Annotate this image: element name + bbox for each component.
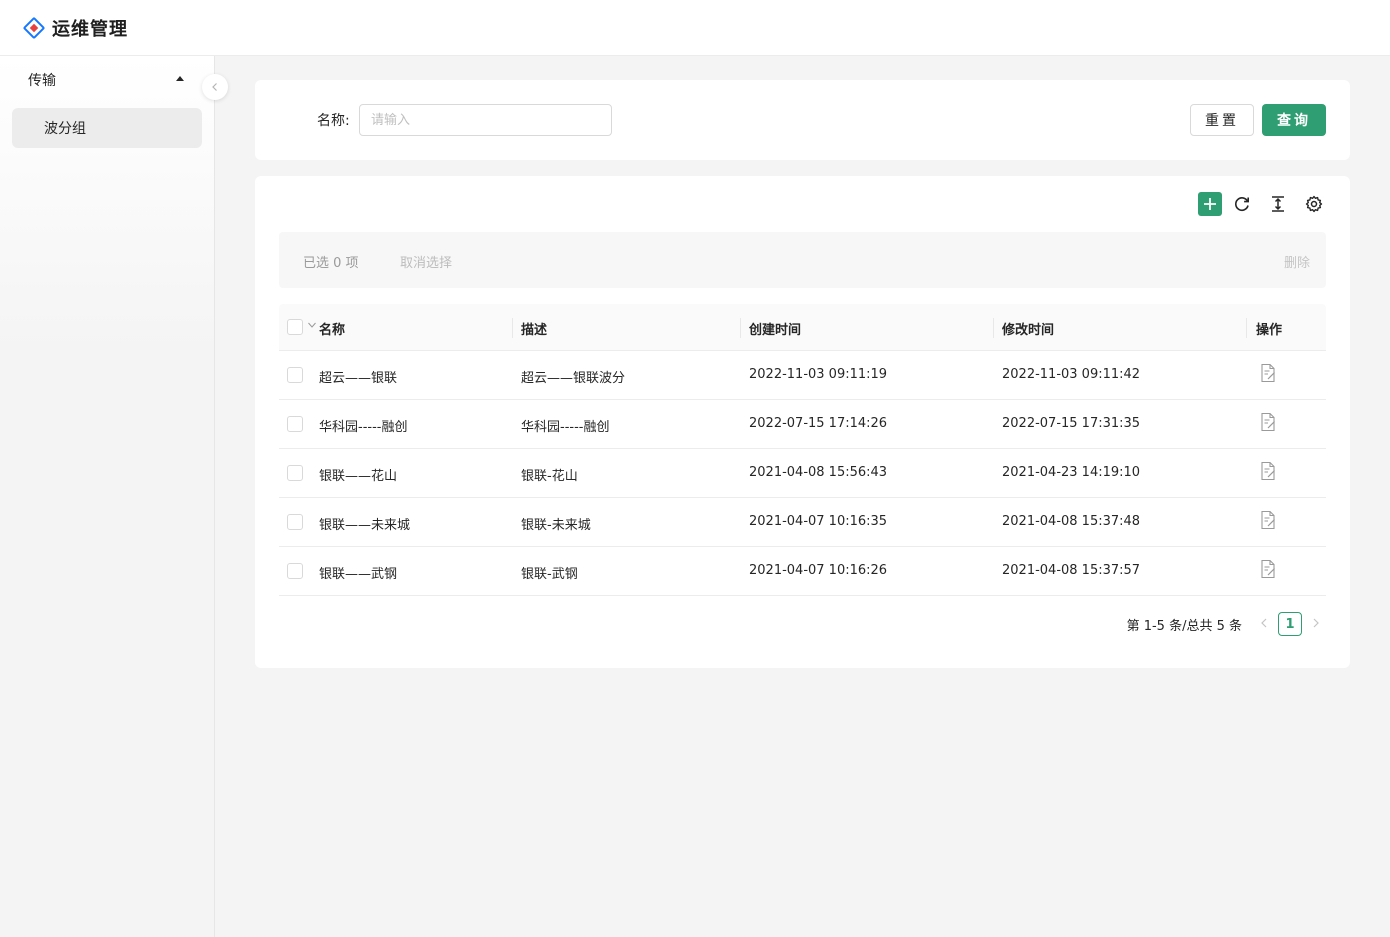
cell-desc: 银联-武钢 — [521, 567, 578, 582]
gear-icon — [1305, 195, 1323, 213]
logo-icon — [22, 16, 46, 40]
refresh-icon — [1234, 197, 1249, 212]
query-button[interactable]: 查询 — [1262, 104, 1326, 136]
table-header: 名称 描述 创建时间 修改时间 操作 — [279, 304, 1326, 351]
column-divider — [740, 318, 741, 338]
cell-name: 银联——未来城 — [319, 518, 411, 533]
name-search-input[interactable] — [359, 104, 612, 136]
column-header-modified[interactable]: 修改时间 — [1002, 319, 1054, 338]
row-checkbox[interactable] — [287, 416, 303, 432]
cell-created: 2021-04-07 10:16:26 — [749, 563, 888, 578]
table-row: 银联——未来城 银联-未来城 2021-04-07 10:16:35 2021-04-… — [279, 498, 1326, 547]
density-button[interactable] — [1266, 192, 1290, 216]
selected-count: 已选 0 项 — [303, 256, 359, 271]
column-header-actions: 操作 — [1256, 323, 1283, 338]
delete-button[interactable]: 删除 — [1284, 252, 1310, 271]
refresh-button[interactable] — [1230, 192, 1254, 216]
cell-desc: 银联-花山 — [521, 469, 578, 484]
cell-modified: 2022-11-03 09:11:42 — [1002, 367, 1141, 382]
table-row: 银联——武钢 银联-武钢 2021-04-07 10:16:26 2021-04-08… — [279, 547, 1326, 596]
cell-desc: 超云——银联波分 — [521, 371, 626, 386]
selection-bar: 已选 0 项 取消选择 删除 — [279, 232, 1326, 288]
edit-icon[interactable] — [1259, 461, 1277, 481]
app-header: 运维管理 — [0, 0, 1390, 56]
sidebar-item-wave-group[interactable]: 波分组 — [12, 108, 202, 148]
sidebar-item-label: 波分组 — [44, 121, 86, 137]
pagination-total: 第 1-5 条/总共 5 条 — [1126, 618, 1242, 634]
cancel-selection-link[interactable]: 取消选择 — [400, 252, 452, 271]
row-checkbox[interactable] — [287, 514, 303, 530]
chevron-left-icon — [1261, 618, 1267, 628]
cell-name: 华科园-----融创 — [319, 420, 408, 435]
cell-modified: 2021-04-08 15:37:57 — [1002, 563, 1141, 578]
name-label: 名称: — [317, 113, 350, 129]
plus-icon — [1204, 198, 1216, 210]
cell-desc: 银联-未来城 — [521, 518, 591, 533]
sidebar-collapse-button[interactable] — [202, 74, 228, 100]
table-row: 银联——花山 银联-花山 2021-04-08 15:56:43 2021-04-23… — [279, 449, 1326, 498]
cell-name: 超云——银联 — [319, 371, 398, 386]
cell-modified: 2022-07-15 17:31:35 — [1002, 416, 1141, 431]
edit-icon[interactable] — [1259, 510, 1277, 530]
row-checkbox[interactable] — [287, 367, 303, 383]
column-header-desc[interactable]: 描述 — [521, 319, 547, 338]
table-row: 超云——银联 超云——银联波分 2022-11-03 09:11:19 2022-11… — [279, 351, 1326, 400]
search-form: 名称: 重置 查询 — [255, 80, 1350, 160]
cell-name: 银联——武钢 — [319, 567, 398, 582]
cell-desc: 华科园-----融创 — [521, 420, 610, 435]
column-header-created[interactable]: 创建时间 — [749, 319, 801, 338]
prev-page-button[interactable] — [1254, 616, 1274, 632]
select-all-checkbox[interactable] — [287, 319, 303, 335]
pagination: 第 1-5 条/总共 5 条 1 — [1127, 612, 1326, 636]
sidebar-group-transport[interactable]: 传输 — [12, 56, 202, 104]
chevron-up-icon — [176, 76, 184, 81]
cell-name: 银联——花山 — [319, 469, 398, 484]
table-card: 已选 0 项 取消选择 删除 名称 描述 创建时间 修改时间 操作 超云——银联… — [255, 176, 1350, 668]
sidebar: 传输 波分组 — [0, 56, 215, 937]
settings-button[interactable] — [1302, 192, 1326, 216]
column-divider — [993, 318, 994, 338]
edit-icon[interactable] — [1259, 363, 1277, 383]
page-number-button[interactable]: 1 — [1278, 612, 1302, 636]
cell-modified: 2021-04-08 15:37:48 — [1002, 514, 1141, 529]
row-checkbox[interactable] — [287, 563, 303, 579]
table-body: 超云——银联 超云——银联波分 2022-11-03 09:11:19 2022-11… — [279, 351, 1326, 596]
reset-button[interactable]: 重置 — [1190, 104, 1254, 136]
add-button[interactable] — [1198, 192, 1222, 216]
cell-created: 2021-04-08 15:56:43 — [749, 465, 888, 480]
next-page-button[interactable] — [1306, 616, 1326, 632]
cell-created: 2021-04-07 10:16:35 — [749, 514, 888, 529]
data-table: 名称 描述 创建时间 修改时间 操作 超云——银联 超云——银联波分 2022-11… — [279, 304, 1326, 596]
chevron-down-icon[interactable] — [308, 321, 316, 329]
column-divider — [1246, 318, 1247, 338]
density-icon — [1272, 196, 1284, 212]
chevron-left-icon — [212, 83, 217, 91]
edit-icon[interactable] — [1259, 412, 1277, 432]
column-header-name[interactable]: 名称 — [319, 319, 345, 338]
sidebar-group-label: 传输 — [28, 73, 56, 89]
cell-modified: 2021-04-23 14:19:10 — [1002, 465, 1141, 480]
column-divider — [512, 318, 513, 338]
cell-created: 2022-11-03 09:11:19 — [749, 367, 888, 382]
edit-icon[interactable] — [1259, 559, 1277, 579]
cell-created: 2022-07-15 17:14:26 — [749, 416, 888, 431]
row-checkbox[interactable] — [287, 465, 303, 481]
app-title: 运维管理 — [52, 18, 128, 40]
table-row: 华科园-----融创 华科园-----融创 2022-07-15 17:14:26 2… — [279, 400, 1326, 449]
chevron-right-icon — [1313, 618, 1319, 628]
